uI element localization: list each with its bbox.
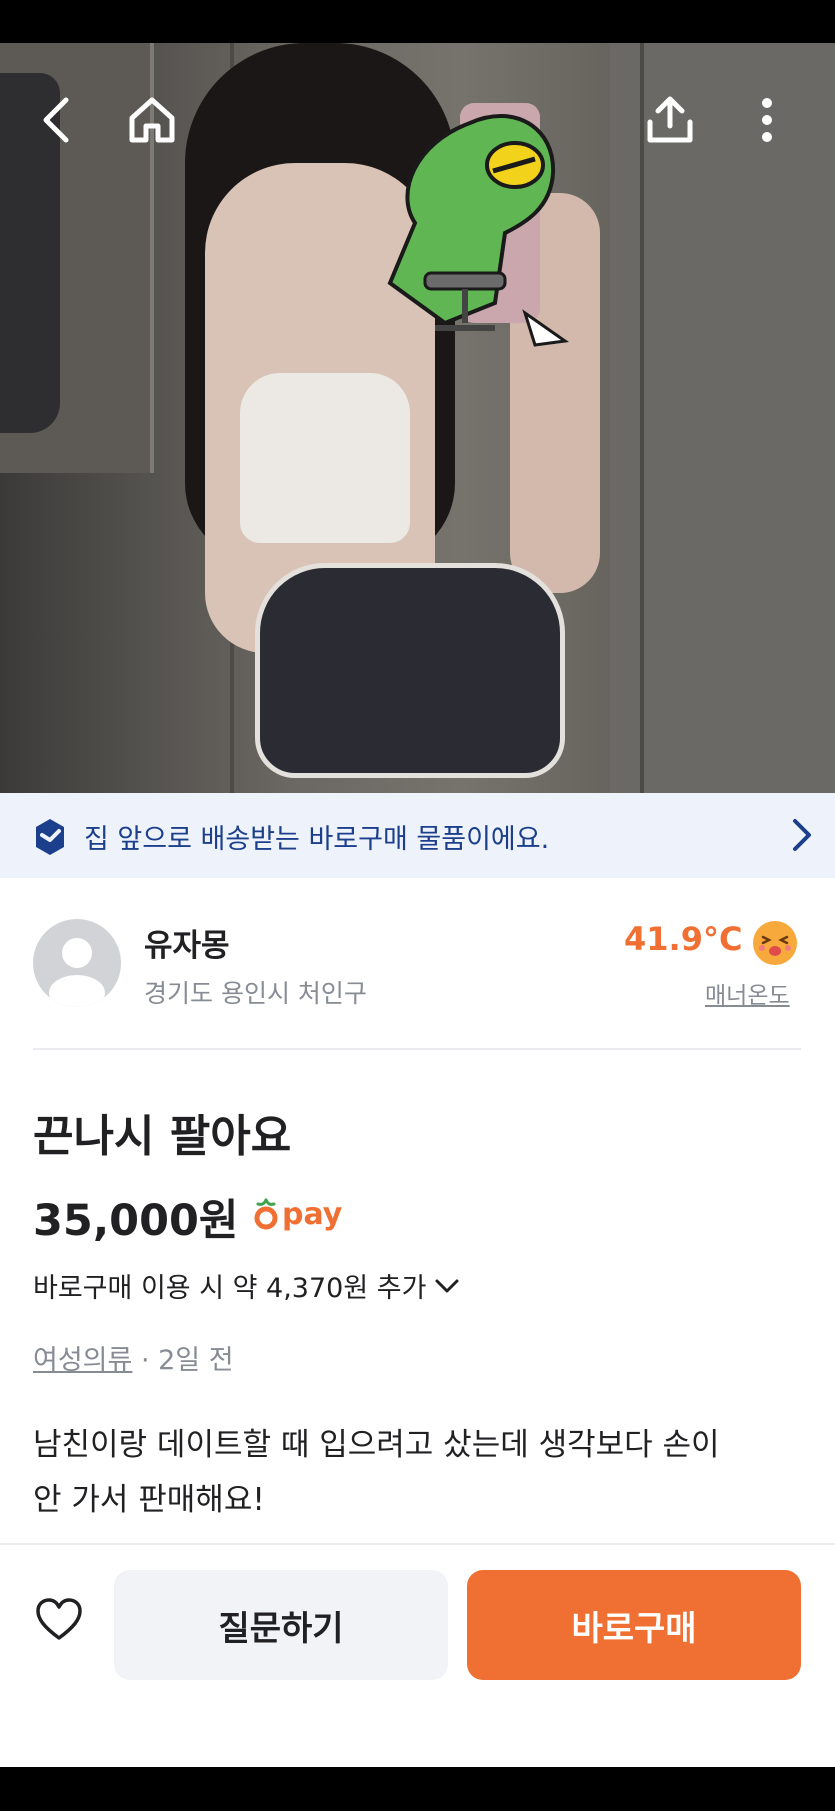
description-line: 남친이랑 데이트할 때 입으려고 샀는데 생각보다 손이 — [33, 1427, 720, 1463]
manner-temperature: 41.9°C — [624, 920, 743, 958]
avatar[interactable] — [33, 919, 121, 1007]
photo-shorts — [255, 563, 565, 778]
photo-top — [240, 373, 410, 543]
back-arrow-icon[interactable] — [30, 88, 82, 152]
time-ago: · 2일 전 — [140, 1345, 234, 1376]
divider — [33, 1048, 801, 1050]
chevron-right-icon — [793, 819, 811, 851]
product-meta: 여성의류 · 2일 전 — [33, 1338, 234, 1377]
direct-buy-extra[interactable]: 바로구매 이용 시 약 4,370원 추가 — [33, 1266, 460, 1305]
chevron-down-icon — [435, 1279, 459, 1292]
category-link[interactable]: 여성의류 — [33, 1345, 132, 1376]
header-toolbar — [0, 43, 835, 213]
direct-buy-extra-text: 바로구매 이용 시 약 4,370원 추가 — [33, 1273, 427, 1304]
product-title: 끈나시 팔아요 — [33, 1111, 292, 1162]
product-detail: 유자몽 경기도 용인시 처인구 41.9°C 매너온도 끈나시 팔아요 35,0… — [0, 878, 835, 1543]
home-icon[interactable] — [120, 88, 184, 152]
happy-face-icon — [753, 921, 797, 965]
description-line: 안 가서 판매해요! — [33, 1482, 265, 1518]
seller-name[interactable]: 유자몽 — [144, 920, 230, 965]
pay-badge: pay — [254, 1194, 342, 1234]
box-delivery-icon — [36, 819, 64, 855]
pay-label: pay — [282, 1196, 343, 1232]
ask-question-button[interactable]: 질문하기 — [114, 1570, 448, 1680]
product-description: 남친이랑 데이트할 때 입으려고 샀는데 생각보다 손이 안 가서 판매해요! — [33, 1418, 803, 1528]
navigation-bar — [0, 1767, 835, 1811]
seller-location: 경기도 용인시 처인구 — [144, 979, 367, 1008]
heart-icon[interactable] — [34, 1595, 84, 1645]
manner-temperature-link[interactable]: 매너온도 — [705, 976, 790, 1010]
direct-buy-button[interactable]: 바로구매 — [467, 1570, 801, 1680]
banner-text: 집 앞으로 배송받는 바로구매 물품이에요. — [84, 824, 550, 855]
delivery-banner[interactable]: 집 앞으로 배송받는 바로구매 물품이에요. — [0, 793, 835, 878]
carrot-icon — [254, 1198, 278, 1230]
product-price: 35,000원 — [33, 1196, 239, 1246]
status-bar — [0, 0, 835, 43]
share-icon[interactable] — [638, 88, 702, 152]
more-vertical-icon[interactable] — [746, 88, 788, 152]
screen: 집 앞으로 배송받는 바로구매 물품이에요. 유자몽 경기도 용인시 처인구 4… — [0, 0, 835, 1811]
user-placeholder-icon — [49, 938, 105, 1007]
bottom-action-bar: 질문하기 바로구매 — [0, 1543, 835, 1767]
